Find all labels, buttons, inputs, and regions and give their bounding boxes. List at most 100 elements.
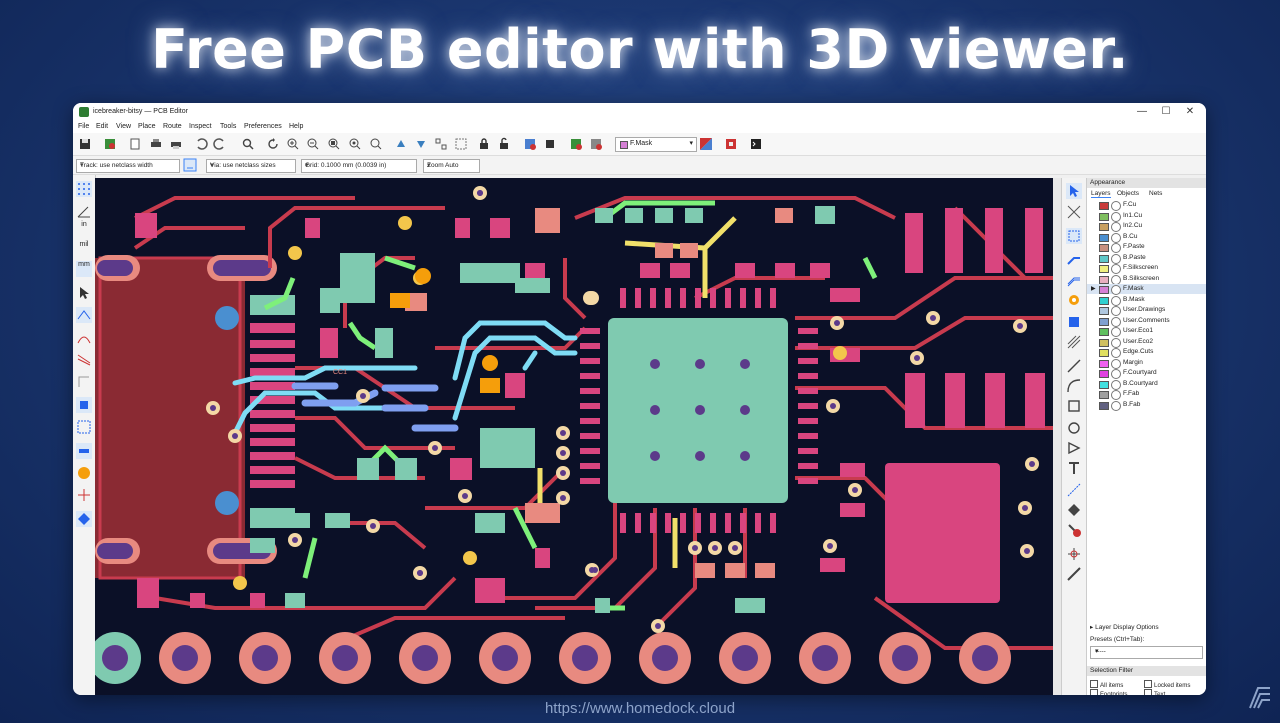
draw-arc-icon[interactable]	[1066, 378, 1082, 394]
draw-polygon-icon[interactable]	[1066, 440, 1082, 456]
units-mil-button[interactable]: mil	[76, 241, 92, 257]
unlock-icon[interactable]	[497, 137, 511, 151]
visibility-eye-icon[interactable]	[1111, 390, 1121, 400]
layer-color-swatch[interactable]	[1099, 265, 1109, 273]
units-mm-button[interactable]: mm	[76, 261, 92, 277]
canvas-scrollbar[interactable]	[1053, 178, 1061, 695]
page-settings-icon[interactable]	[128, 137, 142, 151]
rotate-ccw-icon[interactable]	[394, 137, 408, 151]
menu-tools[interactable]: Tools	[220, 123, 236, 130]
layer-color-swatch[interactable]	[1099, 401, 1109, 410]
selection-filter-checkbox[interactable]: Text	[1144, 689, 1165, 695]
mirror-icon[interactable]	[434, 137, 448, 151]
print-icon[interactable]	[149, 137, 163, 151]
draw-circle-icon[interactable]	[1066, 420, 1082, 436]
minimize-button[interactable]: —	[1131, 105, 1153, 119]
visibility-eye-icon[interactable]	[1111, 306, 1121, 316]
menu-help[interactable]: Help	[289, 123, 303, 130]
layer-color-swatch[interactable]	[1099, 244, 1109, 252]
net-color-icon[interactable]	[76, 465, 92, 481]
layer-row[interactable]: F.Paste	[1087, 242, 1206, 253]
layer-color-swatch[interactable]	[1099, 338, 1109, 347]
set-origin-icon[interactable]	[1066, 546, 1082, 562]
find-icon[interactable]	[241, 137, 255, 151]
layer-color-swatch[interactable]	[1099, 223, 1109, 231]
track-mode-icon[interactable]	[183, 158, 197, 172]
layer-row[interactable]: ▶ F.Mask	[1087, 284, 1206, 295]
layer-color-swatch[interactable]	[1099, 275, 1109, 284]
track-width-select[interactable]: Track: use netclass width ▾	[76, 159, 180, 173]
layer-row[interactable]: B.Cu	[1087, 232, 1206, 243]
selection-filter-checkbox[interactable]: All items	[1090, 680, 1123, 689]
scripting-icon[interactable]	[589, 137, 603, 151]
select-tool-icon[interactable]	[1066, 183, 1082, 199]
via-size-select[interactable]: Via: use netclass sizes ▾	[206, 159, 296, 173]
grid-select[interactable]: Grid: 0.1000 mm (0.0039 in) ▾	[301, 159, 417, 173]
lock-icon[interactable]	[477, 137, 491, 151]
layer-row[interactable]: User.Eco2	[1087, 337, 1206, 348]
layer-row[interactable]: B.Mask	[1087, 295, 1206, 306]
rotate-cw-icon[interactable]	[414, 137, 428, 151]
grid-toggle-icon[interactable]	[76, 181, 92, 197]
layer-color-swatch[interactable]	[1099, 370, 1109, 378]
visibility-eye-icon[interactable]	[1111, 253, 1121, 264]
selection-filter-checkbox[interactable]: Footprints	[1090, 689, 1128, 695]
zoom-objects-icon[interactable]	[348, 137, 362, 151]
menu-view[interactable]: View	[116, 123, 131, 130]
layer-color-swatch[interactable]	[1099, 254, 1109, 263]
add-zone-icon[interactable]	[1066, 314, 1082, 330]
selection-filter-checkbox[interactable]: Locked items	[1144, 680, 1190, 689]
console-icon[interactable]	[749, 137, 763, 151]
menu-inspect[interactable]: Inspect	[189, 123, 212, 130]
layer-row[interactable]: Edge.Cuts	[1087, 347, 1206, 358]
route-track-icon[interactable]	[1066, 250, 1082, 266]
layer-display-options[interactable]: ▸ Layer Display Options	[1090, 623, 1159, 631]
menu-file[interactable]: File	[78, 123, 89, 130]
layer-color-swatch[interactable]	[1099, 317, 1109, 326]
group-icon[interactable]	[454, 137, 468, 151]
3d-viewer-icon[interactable]	[724, 137, 738, 151]
draw-rectangle-icon[interactable]	[1066, 398, 1082, 414]
zoom-in-icon[interactable]	[286, 137, 300, 151]
visibility-eye-icon[interactable]	[1111, 316, 1121, 327]
zoom-fit-icon[interactable]	[327, 137, 341, 151]
visibility-eye-icon[interactable]	[1111, 243, 1121, 253]
flip-board-icon[interactable]	[76, 487, 92, 503]
place-layer-icon[interactable]	[1066, 502, 1082, 518]
tab-objects[interactable]: Objects	[1117, 190, 1139, 197]
pad-display-icon[interactable]	[76, 397, 92, 413]
visibility-eye-icon[interactable]	[1111, 400, 1121, 411]
tab-nets[interactable]: Nets	[1149, 190, 1162, 197]
menu-place[interactable]: Place	[138, 123, 156, 130]
netlist-icon[interactable]	[523, 137, 537, 151]
maximize-button[interactable]: ☐	[1155, 105, 1177, 119]
layer-row[interactable]: In2.Cu	[1087, 221, 1206, 232]
ratsnest-icon[interactable]	[76, 307, 92, 323]
zoom-selection-icon[interactable]	[369, 137, 383, 151]
board-setup-icon[interactable]	[103, 137, 117, 151]
layer-row[interactable]: User.Drawings	[1087, 305, 1206, 316]
visibility-eye-icon[interactable]	[1111, 264, 1121, 274]
drc-icon[interactable]	[569, 137, 583, 151]
layer-row[interactable]: User.Eco1	[1087, 326, 1206, 337]
visibility-eye-icon[interactable]	[1111, 222, 1121, 232]
layer-pair-icon[interactable]	[699, 137, 713, 151]
layer-color-swatch[interactable]	[1099, 359, 1109, 368]
draw-line-icon[interactable]	[1066, 358, 1082, 374]
visibility-eye-icon[interactable]	[1111, 327, 1121, 337]
zoom-select[interactable]: Zoom Auto ▾	[423, 159, 480, 173]
layer-row[interactable]: F.Cu	[1087, 200, 1206, 211]
units-inch-button[interactable]: in	[76, 221, 92, 237]
layer-color-swatch[interactable]	[1099, 212, 1109, 221]
polar-coords-icon[interactable]	[76, 203, 92, 219]
visibility-eye-icon[interactable]	[1111, 274, 1121, 285]
layer-row[interactable]: User.Comments	[1087, 316, 1206, 327]
layer-row[interactable]: F.Courtyard	[1087, 368, 1206, 379]
zoom-out-icon[interactable]	[306, 137, 320, 151]
layer-color-swatch[interactable]	[1099, 328, 1109, 336]
layer-row[interactable]: B.Fab	[1087, 400, 1206, 411]
visibility-eye-icon[interactable]	[1111, 201, 1121, 211]
tab-layers[interactable]: Layers	[1091, 190, 1111, 198]
cursor-icon[interactable]	[76, 285, 92, 301]
layer-color-swatch[interactable]	[1099, 233, 1109, 242]
